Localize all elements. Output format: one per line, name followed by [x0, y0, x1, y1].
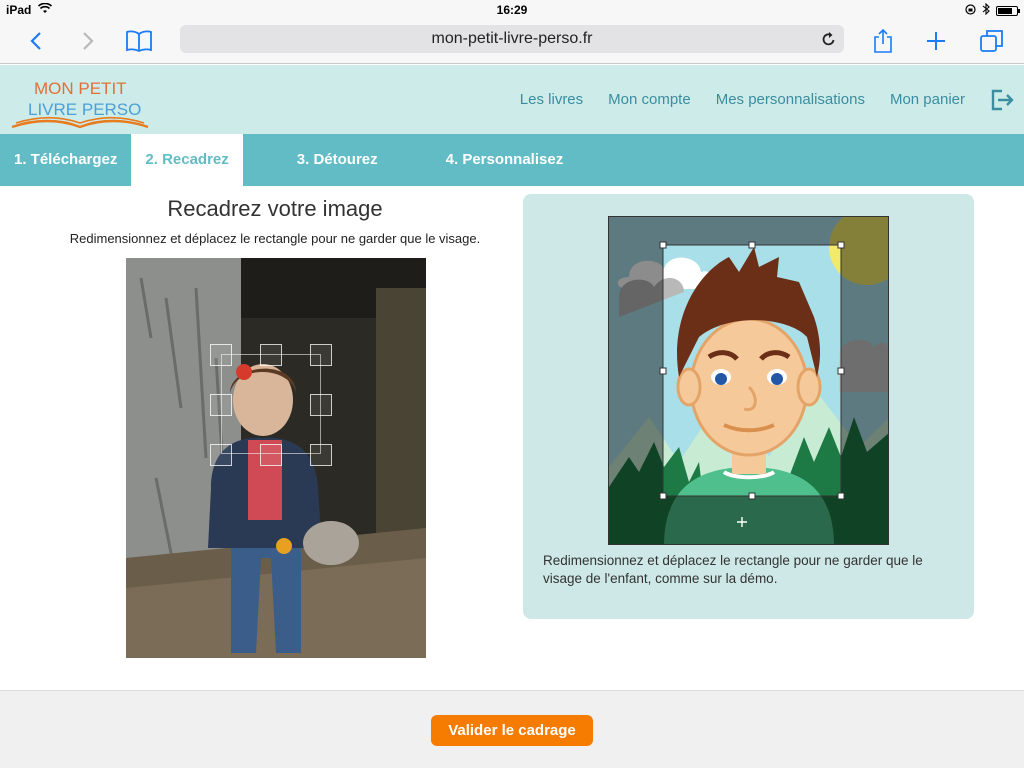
status-time: 16:29 [496, 3, 528, 17]
crop-rectangle[interactable] [221, 354, 321, 454]
main-nav: Les livres Mon compte Mes personnalisati… [520, 65, 1024, 134]
back-icon[interactable] [24, 26, 48, 56]
page-title: Recadrez votre image [167, 196, 383, 221]
nav-mes-personnalisations[interactable]: Mes personnalisations [716, 91, 865, 108]
url-text: mon-petit-livre-perso.fr [431, 30, 593, 47]
crop-handle-top[interactable] [260, 344, 282, 366]
nav-mon-panier[interactable]: Mon panier [890, 91, 965, 108]
address-bar[interactable]: mon-petit-livre-perso.fr [180, 25, 844, 53]
demo-illustration [608, 216, 889, 545]
crop-handle-bottom-left[interactable] [210, 444, 232, 466]
step-detourez[interactable]: 3. Détourez [243, 134, 392, 186]
forward-icon[interactable] [76, 26, 100, 56]
new-tab-icon[interactable] [924, 26, 948, 56]
logout-icon[interactable] [990, 89, 1014, 111]
reload-icon[interactable] [822, 25, 836, 57]
battery-icon [996, 5, 1020, 16]
crop-handle-bottom-right[interactable] [310, 444, 332, 466]
browser-toolbar: mon-petit-livre-perso.fr [0, 20, 1024, 64]
crop-handle-top-left[interactable] [210, 344, 232, 366]
step-recadrez[interactable]: 2. Recadrez [131, 134, 243, 186]
uploaded-photo[interactable] [126, 258, 426, 658]
crop-handle-right[interactable] [310, 394, 332, 416]
bookmarks-icon[interactable] [124, 26, 154, 56]
orientation-lock-icon [965, 3, 976, 18]
validate-crop-button[interactable]: Valider le cadrage [431, 715, 593, 746]
page-subtitle: Redimensionnez et déplacez le rectangle … [69, 231, 481, 246]
demo-caption: Redimensionnez et déplacez le rectangle … [543, 553, 923, 586]
logo-line2: LIVRE PERSO [28, 100, 141, 119]
site-logo[interactable]: MON PETIT LIVRE PERSO [10, 72, 150, 130]
demo-panel: Redimensionnez et déplacez le rectangle … [523, 194, 974, 619]
steps-tabs: 1. Téléchargez 2. Recadrez 3. Détourez 4… [0, 134, 1024, 186]
step-personnalisez[interactable]: 4. Personnalisez [392, 134, 578, 186]
bluetooth-icon [982, 2, 990, 18]
ios-status-bar: iPad 16:29 [0, 0, 1024, 20]
crop-handle-left[interactable] [210, 394, 232, 416]
site-header: MON PETIT LIVRE PERSO Les livres Mon com… [0, 65, 1024, 134]
crop-handle-top-right[interactable] [310, 344, 332, 366]
footer-bar: Valider le cadrage [0, 690, 1024, 768]
tabs-overview-icon[interactable] [978, 26, 1006, 56]
nav-mon-compte[interactable]: Mon compte [608, 91, 691, 108]
logo-line1: MON PETIT [34, 79, 127, 98]
nav-les-livres[interactable]: Les livres [520, 91, 583, 108]
crop-handle-bottom[interactable] [260, 444, 282, 466]
step-telechargez[interactable]: 1. Téléchargez [0, 134, 131, 186]
share-icon[interactable] [872, 26, 894, 56]
